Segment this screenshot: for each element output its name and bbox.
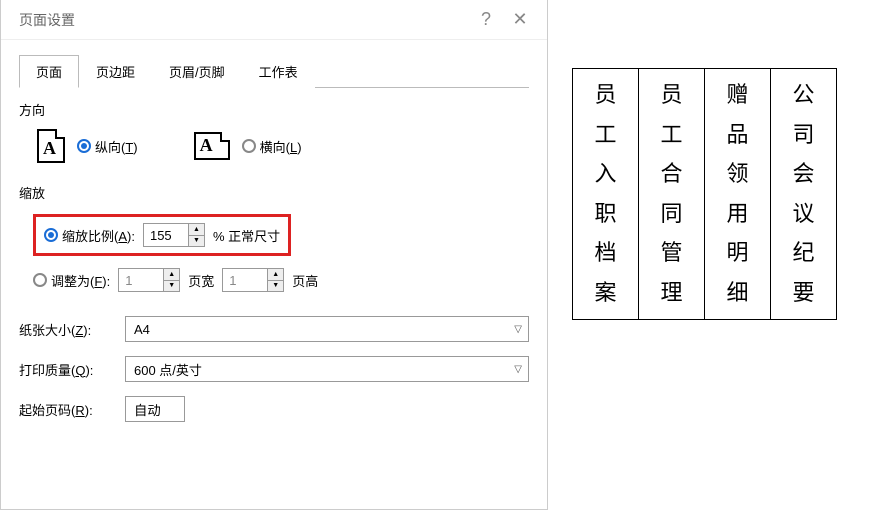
radio-indicator	[242, 139, 256, 153]
preview-char: 议	[771, 194, 836, 234]
radio-indicator	[77, 139, 91, 153]
spin-down-icon[interactable]: ▼	[267, 281, 283, 292]
paper-size-label: 纸张大小(Z):	[19, 320, 115, 339]
adjust-suffix: % 正常尺寸	[213, 226, 280, 245]
preview-char: 公	[771, 75, 836, 115]
table-cell: 员工合同管理	[639, 69, 705, 320]
fit-to-row: 调整为(F): ▲▼ 页宽 ▲▼ 页高	[19, 262, 529, 298]
fit-width-suffix: 页宽	[188, 271, 214, 290]
preview-table: 员工入职档案 员工合同管理 赠品领用明细 公司会议纪要	[572, 68, 837, 320]
adjust-to-row: 缩放比例(A): ▲▼ % 正常尺寸	[19, 208, 529, 262]
preview-char: 员	[639, 75, 704, 115]
preview-char: 明	[705, 233, 770, 273]
print-quality-select[interactable]: 600 点/英寸 ▽	[125, 356, 529, 382]
scaling-label: 缩放	[19, 183, 529, 202]
preview-char: 档	[573, 233, 638, 273]
spin-up-icon[interactable]: ▲	[267, 269, 283, 281]
paper-size-select[interactable]: A4 ▽	[125, 316, 529, 342]
chevron-down-icon: ▽	[514, 364, 522, 375]
fit-width-input[interactable]	[119, 269, 163, 291]
preview-char: 工	[639, 115, 704, 155]
adjust-highlight: 缩放比例(A): ▲▼ % 正常尺寸	[33, 214, 291, 256]
tab-margins[interactable]: 页边距	[79, 55, 152, 88]
tab-page[interactable]: 页面	[19, 55, 79, 88]
print-preview: 员工入职档案 员工合同管理 赠品领用明细 公司会议纪要	[572, 68, 837, 320]
preview-char: 用	[705, 194, 770, 234]
adjust-to-spinner[interactable]: ▲▼	[143, 223, 205, 247]
radio-indicator	[33, 273, 47, 287]
fit-height-spinner[interactable]: ▲▼	[222, 268, 284, 292]
fit-to-radio[interactable]: 调整为(F):	[33, 271, 110, 290]
dialog-title: 页面设置	[19, 10, 469, 30]
fit-width-spinner[interactable]: ▲▼	[118, 268, 180, 292]
spin-down-icon[interactable]: ▼	[188, 236, 204, 247]
preview-char: 领	[705, 154, 770, 194]
dialog-content: 页面 页边距 页眉/页脚 工作表 方向 A 纵向(T) A 横向(L) 缩放	[1, 40, 547, 450]
preview-char: 同	[639, 194, 704, 234]
paper-size-row: 纸张大小(Z): A4 ▽	[19, 316, 529, 342]
table-cell: 赠品领用明细	[705, 69, 771, 320]
adjust-to-radio[interactable]: 缩放比例(A):	[44, 226, 135, 245]
preview-char: 合	[639, 154, 704, 194]
tab-strip: 页面 页边距 页眉/页脚 工作表	[19, 54, 529, 88]
tab-header-footer[interactable]: 页眉/页脚	[152, 55, 242, 88]
close-icon[interactable]: ✕	[503, 9, 537, 30]
preview-char: 司	[771, 115, 836, 155]
adjust-to-input[interactable]	[144, 224, 188, 246]
preview-char: 纪	[771, 233, 836, 273]
preview-char: 会	[771, 154, 836, 194]
chevron-down-icon: ▽	[514, 324, 522, 335]
spin-up-icon[interactable]: ▲	[188, 224, 204, 236]
fit-to-label: 调整为(F):	[51, 271, 110, 290]
preview-char: 管	[639, 233, 704, 273]
preview-char: 职	[573, 194, 638, 234]
print-quality-row: 打印质量(Q): 600 点/英寸 ▽	[19, 356, 529, 382]
help-icon[interactable]: ?	[469, 9, 503, 30]
paper-size-value: A4	[134, 322, 150, 337]
fit-height-suffix: 页高	[292, 271, 318, 290]
first-page-label: 起始页码(R):	[19, 400, 115, 419]
page-setup-dialog: 页面设置 ? ✕ 页面 页边距 页眉/页脚 工作表 方向 A 纵向(T) A 横…	[0, 0, 548, 510]
scaling-group: 缩放 缩放比例(A): ▲▼ % 正常尺寸 调整为	[19, 183, 529, 298]
adjust-to-label: 缩放比例(A):	[62, 226, 135, 245]
table-cell: 公司会议纪要	[771, 69, 837, 320]
preview-char: 案	[573, 273, 638, 313]
orientation-label: 方向	[19, 100, 529, 119]
print-quality-value: 600 点/英寸	[134, 360, 202, 379]
first-page-input[interactable]	[125, 396, 185, 422]
radio-indicator	[44, 228, 58, 242]
preview-char: 细	[705, 273, 770, 313]
print-quality-label: 打印质量(Q):	[19, 360, 115, 379]
fit-height-input[interactable]	[223, 269, 267, 291]
portrait-icon: A	[37, 129, 65, 163]
preview-char: 员	[573, 75, 638, 115]
landscape-icon: A	[194, 132, 230, 160]
tab-sheet[interactable]: 工作表	[242, 55, 315, 88]
preview-char: 工	[573, 115, 638, 155]
preview-char: 理	[639, 273, 704, 313]
preview-char: 品	[705, 115, 770, 155]
portrait-radio[interactable]: 纵向(T)	[77, 137, 138, 156]
portrait-label: 纵向(T)	[95, 137, 138, 156]
table-cell: 员工入职档案	[573, 69, 639, 320]
preview-char: 入	[573, 154, 638, 194]
spin-up-icon[interactable]: ▲	[163, 269, 179, 281]
spin-down-icon[interactable]: ▼	[163, 281, 179, 292]
landscape-radio[interactable]: 横向(L)	[242, 137, 302, 156]
preview-char: 要	[771, 273, 836, 313]
first-page-row: 起始页码(R):	[19, 396, 529, 422]
preview-char: 赠	[705, 75, 770, 115]
landscape-label: 横向(L)	[260, 137, 302, 156]
orientation-group: A 纵向(T) A 横向(L)	[19, 125, 529, 183]
titlebar: 页面设置 ? ✕	[1, 0, 547, 40]
